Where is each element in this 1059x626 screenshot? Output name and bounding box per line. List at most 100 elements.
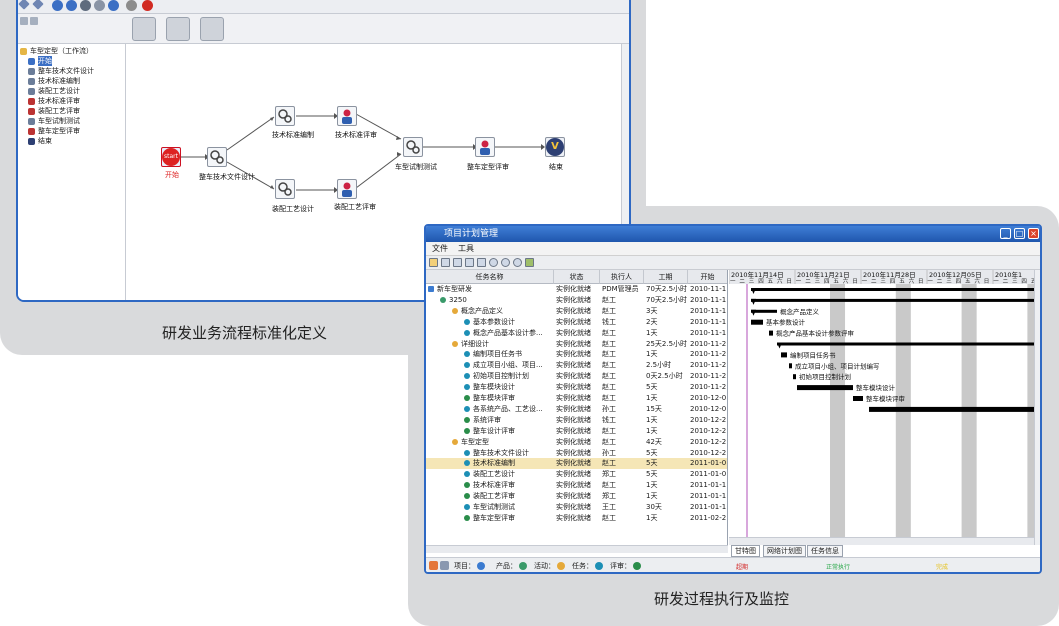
task-cell-name: 装配工艺评审 xyxy=(426,491,554,502)
final-review-label: 整车定型评审 xyxy=(467,163,509,171)
maximize-button[interactable]: □ xyxy=(1014,228,1025,239)
task-row[interactable]: 概念产品定义 实例化就绪 赵工 3天 2010-11-1 xyxy=(426,306,727,317)
tab-network-plan[interactable]: 网络计划图 xyxy=(763,545,806,557)
task-row[interactable]: 装配工艺设计 实例化就绪 郑工 5天 2011-01-0 xyxy=(426,469,727,480)
person-node-tool-icon[interactable] xyxy=(166,17,190,41)
column-header-status[interactable]: 状态 xyxy=(554,270,600,284)
final-review-node[interactable] xyxy=(475,137,495,157)
grid-horizontal-scrollbar[interactable] xyxy=(426,545,728,553)
task-row[interactable]: 技术标准编制 实例化就绪 赵工 5天 2011-01-0 xyxy=(426,458,727,469)
tree-item[interactable]: 整车技术文件设计 xyxy=(28,66,94,76)
task-row[interactable]: 初始项目控制计划 实例化就绪 赵工 0天2.5小时 2010-11-2 xyxy=(426,371,727,382)
activity-icon xyxy=(557,562,565,570)
gantt-vertical-scrollbar[interactable] xyxy=(1034,270,1040,545)
edit-icon[interactable] xyxy=(429,258,438,267)
tree-item[interactable]: 整车定型评审 xyxy=(28,126,80,136)
task-cell-owner: 郑工 xyxy=(602,492,616,501)
tree-item[interactable]: 技术标准编制 xyxy=(28,76,80,86)
circle-node-tool-icon[interactable] xyxy=(200,17,224,41)
stop-tool-icon[interactable] xyxy=(142,0,153,11)
assembly-review-node[interactable] xyxy=(337,179,357,199)
end-node[interactable]: V xyxy=(545,137,565,157)
task-row[interactable]: 3250 实例化就绪 赵工 70天2.5小时 2010-11-1 xyxy=(426,295,727,306)
activity-node-tool-icon[interactable] xyxy=(132,17,156,41)
close-button[interactable]: × xyxy=(1028,228,1039,239)
task-cell-start: 2011-01-0 xyxy=(690,470,727,479)
save-icon[interactable] xyxy=(441,258,450,267)
view-toggle-icon[interactable] xyxy=(30,17,38,25)
preview-icon[interactable] xyxy=(465,258,474,267)
task-row[interactable]: 车型定型 实例化就绪 赵工 42天 2010-12-2 xyxy=(426,437,727,448)
task-row[interactable]: 技术标准评审 实例化就绪 赵工 1天 2011-01-1 xyxy=(426,480,727,491)
gantt-day-label: 日 xyxy=(852,278,858,285)
tree-item[interactable]: 车型试制测试 xyxy=(28,116,80,126)
tech-standard-node[interactable] xyxy=(275,106,295,126)
tech-review-node[interactable] xyxy=(337,106,357,126)
tree-root[interactable]: 车型定型（工作流） xyxy=(20,46,93,56)
tab-gantt[interactable]: 甘特图 xyxy=(731,545,760,557)
print-icon[interactable] xyxy=(453,258,462,267)
task-row[interactable]: 整车定型评审 实例化就绪 赵工 1天 2011-02-2 xyxy=(426,513,727,524)
review-icon xyxy=(464,514,470,521)
column-header-owner[interactable]: 执行人 xyxy=(600,270,644,284)
task-cell-owner: 赵工 xyxy=(602,383,616,392)
gantt-task-bar xyxy=(797,385,853,391)
view-toggle-icon[interactable] xyxy=(20,17,28,25)
task-row[interactable]: 成立项目小组、项目... 实例化就绪 赵工 2.5小时 2010-11-2 xyxy=(426,360,727,371)
task-row[interactable]: 基本参数设计 实例化就绪 钱工 2天 2010-11-1 xyxy=(426,317,727,328)
task-row[interactable]: 各系统产品、工艺设... 实例化就绪 孙工 15天 2010-12-0 xyxy=(426,404,727,415)
gear-tool-icon[interactable] xyxy=(126,0,137,11)
menu-file[interactable]: 文件 xyxy=(432,243,448,254)
task-cell-name: 整车模块评审 xyxy=(426,393,554,404)
user-tool-icon[interactable] xyxy=(80,0,91,11)
menu-tools[interactable]: 工具 xyxy=(458,243,474,254)
tree-item[interactable]: 装配工艺设计 xyxy=(28,86,80,96)
task-row[interactable]: 详细设计 实例化就绪 赵工 25天2.5小时 2010-11-2 xyxy=(426,339,727,350)
tree-item[interactable]: 技术标准评审 xyxy=(28,96,80,106)
gantt-horizontal-scrollbar[interactable] xyxy=(729,537,1034,545)
vehicle-doc-design-node[interactable] xyxy=(207,147,227,167)
task-row[interactable]: 系统评审 实例化就绪 钱工 1天 2010-12-2 xyxy=(426,415,727,426)
task-row[interactable]: 整车模块评审 实例化就绪 赵工 1天 2010-12-0 xyxy=(426,393,727,404)
task-icon xyxy=(464,351,470,358)
trial-test-node[interactable] xyxy=(403,137,423,157)
tree-item[interactable]: 装配工艺评审 xyxy=(28,106,80,116)
diamond-tool-icon[interactable] xyxy=(18,0,30,10)
print-setup-icon[interactable] xyxy=(477,258,486,267)
gears-icon xyxy=(278,109,292,123)
tech-standard-label: 技术标准编制 xyxy=(272,131,314,139)
task-row[interactable]: 新车型研发 实例化就绪 PDM管理员 70天2.5小时 2010-11-1 xyxy=(426,284,727,295)
legend-item: 任务： xyxy=(572,561,605,571)
column-header-start[interactable]: 开始 xyxy=(688,270,727,284)
task-row[interactable]: 整车设计评审 实例化就绪 赵工 1天 2010-12-2 xyxy=(426,426,727,437)
tree-item[interactable]: 开始 xyxy=(28,56,52,66)
column-header-name[interactable]: 任务名称 xyxy=(426,270,554,284)
task-row[interactable]: 编制项目任务书 实例化就绪 赵工 1天 2010-11-2 xyxy=(426,349,727,360)
navigate-icon[interactable] xyxy=(525,258,534,267)
blue-circle-tool-icon[interactable] xyxy=(52,0,63,11)
star-tool-icon[interactable] xyxy=(94,0,105,11)
tree-item[interactable]: 结束 xyxy=(28,136,52,146)
task-cell-duration: 15天 xyxy=(646,404,662,413)
gantt-task-bar xyxy=(853,396,863,401)
blue-circle-tool-icon[interactable] xyxy=(108,0,119,11)
trial-test-label: 车型试制测试 xyxy=(395,163,437,171)
task-row[interactable]: 整车模块设计 实例化就绪 赵工 5天 2010-11-2 xyxy=(426,382,727,393)
task-row[interactable]: 车型试制测试 实例化就绪 王工 30天 2011-01-1 xyxy=(426,502,727,513)
task-icon xyxy=(464,373,470,380)
task-row[interactable]: 装配工艺评审 实例化就绪 郑工 1天 2011-01-1 xyxy=(426,491,727,502)
zoom-in-icon[interactable] xyxy=(489,258,498,267)
legend-label: 产品： xyxy=(496,562,517,570)
zoom-out-icon[interactable] xyxy=(501,258,510,267)
minimize-button[interactable]: _ xyxy=(1000,228,1011,239)
diamond-tool-icon[interactable] xyxy=(32,0,44,10)
tab-task-info[interactable]: 任务信息 xyxy=(807,545,843,557)
start-node[interactable]: start xyxy=(161,147,181,167)
zoom-fit-icon[interactable] xyxy=(513,258,522,267)
assembly-design-node[interactable] xyxy=(275,179,295,199)
column-header-duration[interactable]: 工期 xyxy=(644,270,688,284)
task-row[interactable]: 概念产品基本设计参... 实例化就绪 赵工 1天 2010-11-1 xyxy=(426,328,727,339)
task-row[interactable]: 整车技术文件设计 实例化就绪 孙工 5天 2010-12-2 xyxy=(426,448,727,459)
blue-circle-tool-icon[interactable] xyxy=(66,0,77,11)
gears-icon xyxy=(406,140,420,154)
